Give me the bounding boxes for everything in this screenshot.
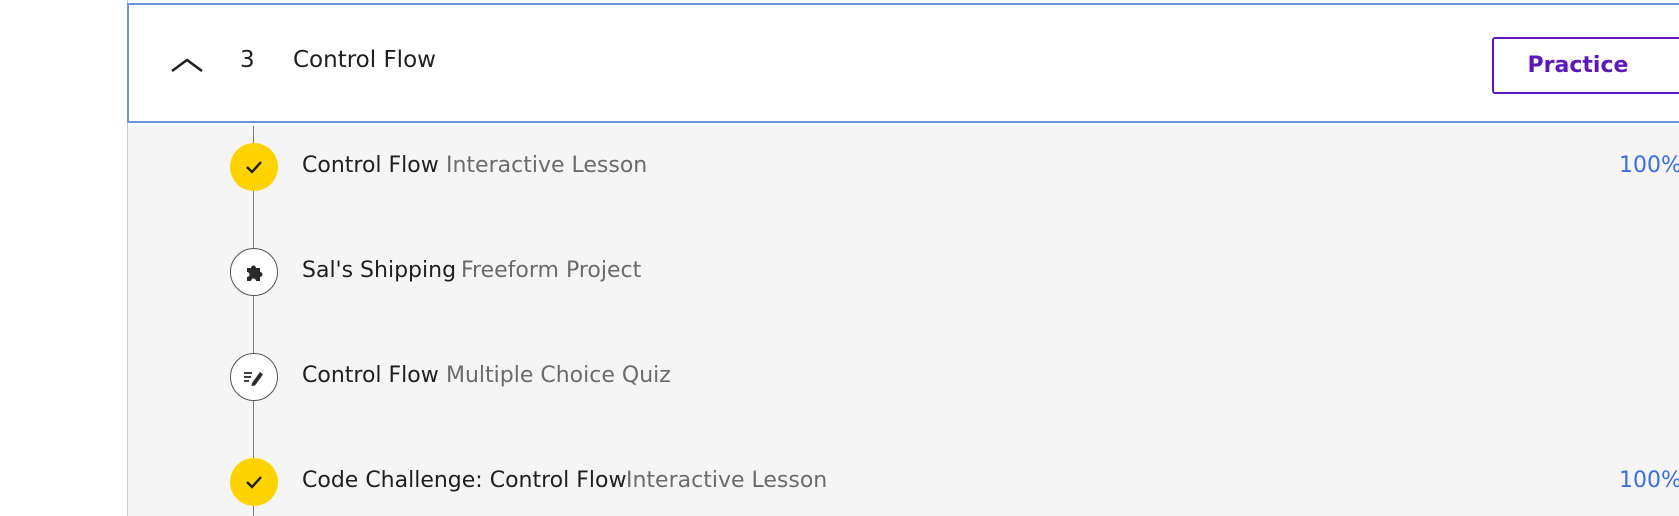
practice-button[interactable]: Practice bbox=[1492, 37, 1679, 94]
item-progress: 100% bbox=[1619, 153, 1679, 178]
item-title[interactable]: Sal's Shipping bbox=[302, 258, 456, 283]
list-item[interactable]: Sal's Shipping Freeform Project bbox=[0, 248, 1679, 308]
item-title[interactable]: Control Flow bbox=[302, 363, 439, 388]
chevron-up-icon[interactable] bbox=[170, 55, 204, 75]
module-number: 3 bbox=[240, 47, 255, 73]
item-title[interactable]: Control Flow bbox=[302, 153, 439, 178]
check-icon bbox=[230, 458, 278, 506]
course-module-page: 3 Control Flow Practice Control Flow Int… bbox=[0, 0, 1679, 516]
check-icon bbox=[230, 143, 278, 191]
item-type: Multiple Choice Quiz bbox=[446, 363, 671, 388]
item-type: Freeform Project bbox=[461, 258, 642, 283]
item-type: Interactive Lesson bbox=[626, 468, 828, 493]
list-item[interactable]: Control Flow Interactive Lesson 100% bbox=[0, 143, 1679, 203]
module-title: Control Flow bbox=[293, 47, 436, 73]
item-type: Interactive Lesson bbox=[446, 153, 648, 178]
item-title[interactable]: Code Challenge: Control Flow bbox=[302, 468, 626, 493]
list-item[interactable]: Code Challenge: Control Flow Interactive… bbox=[0, 458, 1679, 516]
list-item[interactable]: Control Flow Multiple Choice Quiz bbox=[0, 353, 1679, 413]
quiz-pencil-icon bbox=[230, 353, 278, 401]
puzzle-icon bbox=[230, 248, 278, 296]
item-progress: 100% bbox=[1619, 468, 1679, 493]
